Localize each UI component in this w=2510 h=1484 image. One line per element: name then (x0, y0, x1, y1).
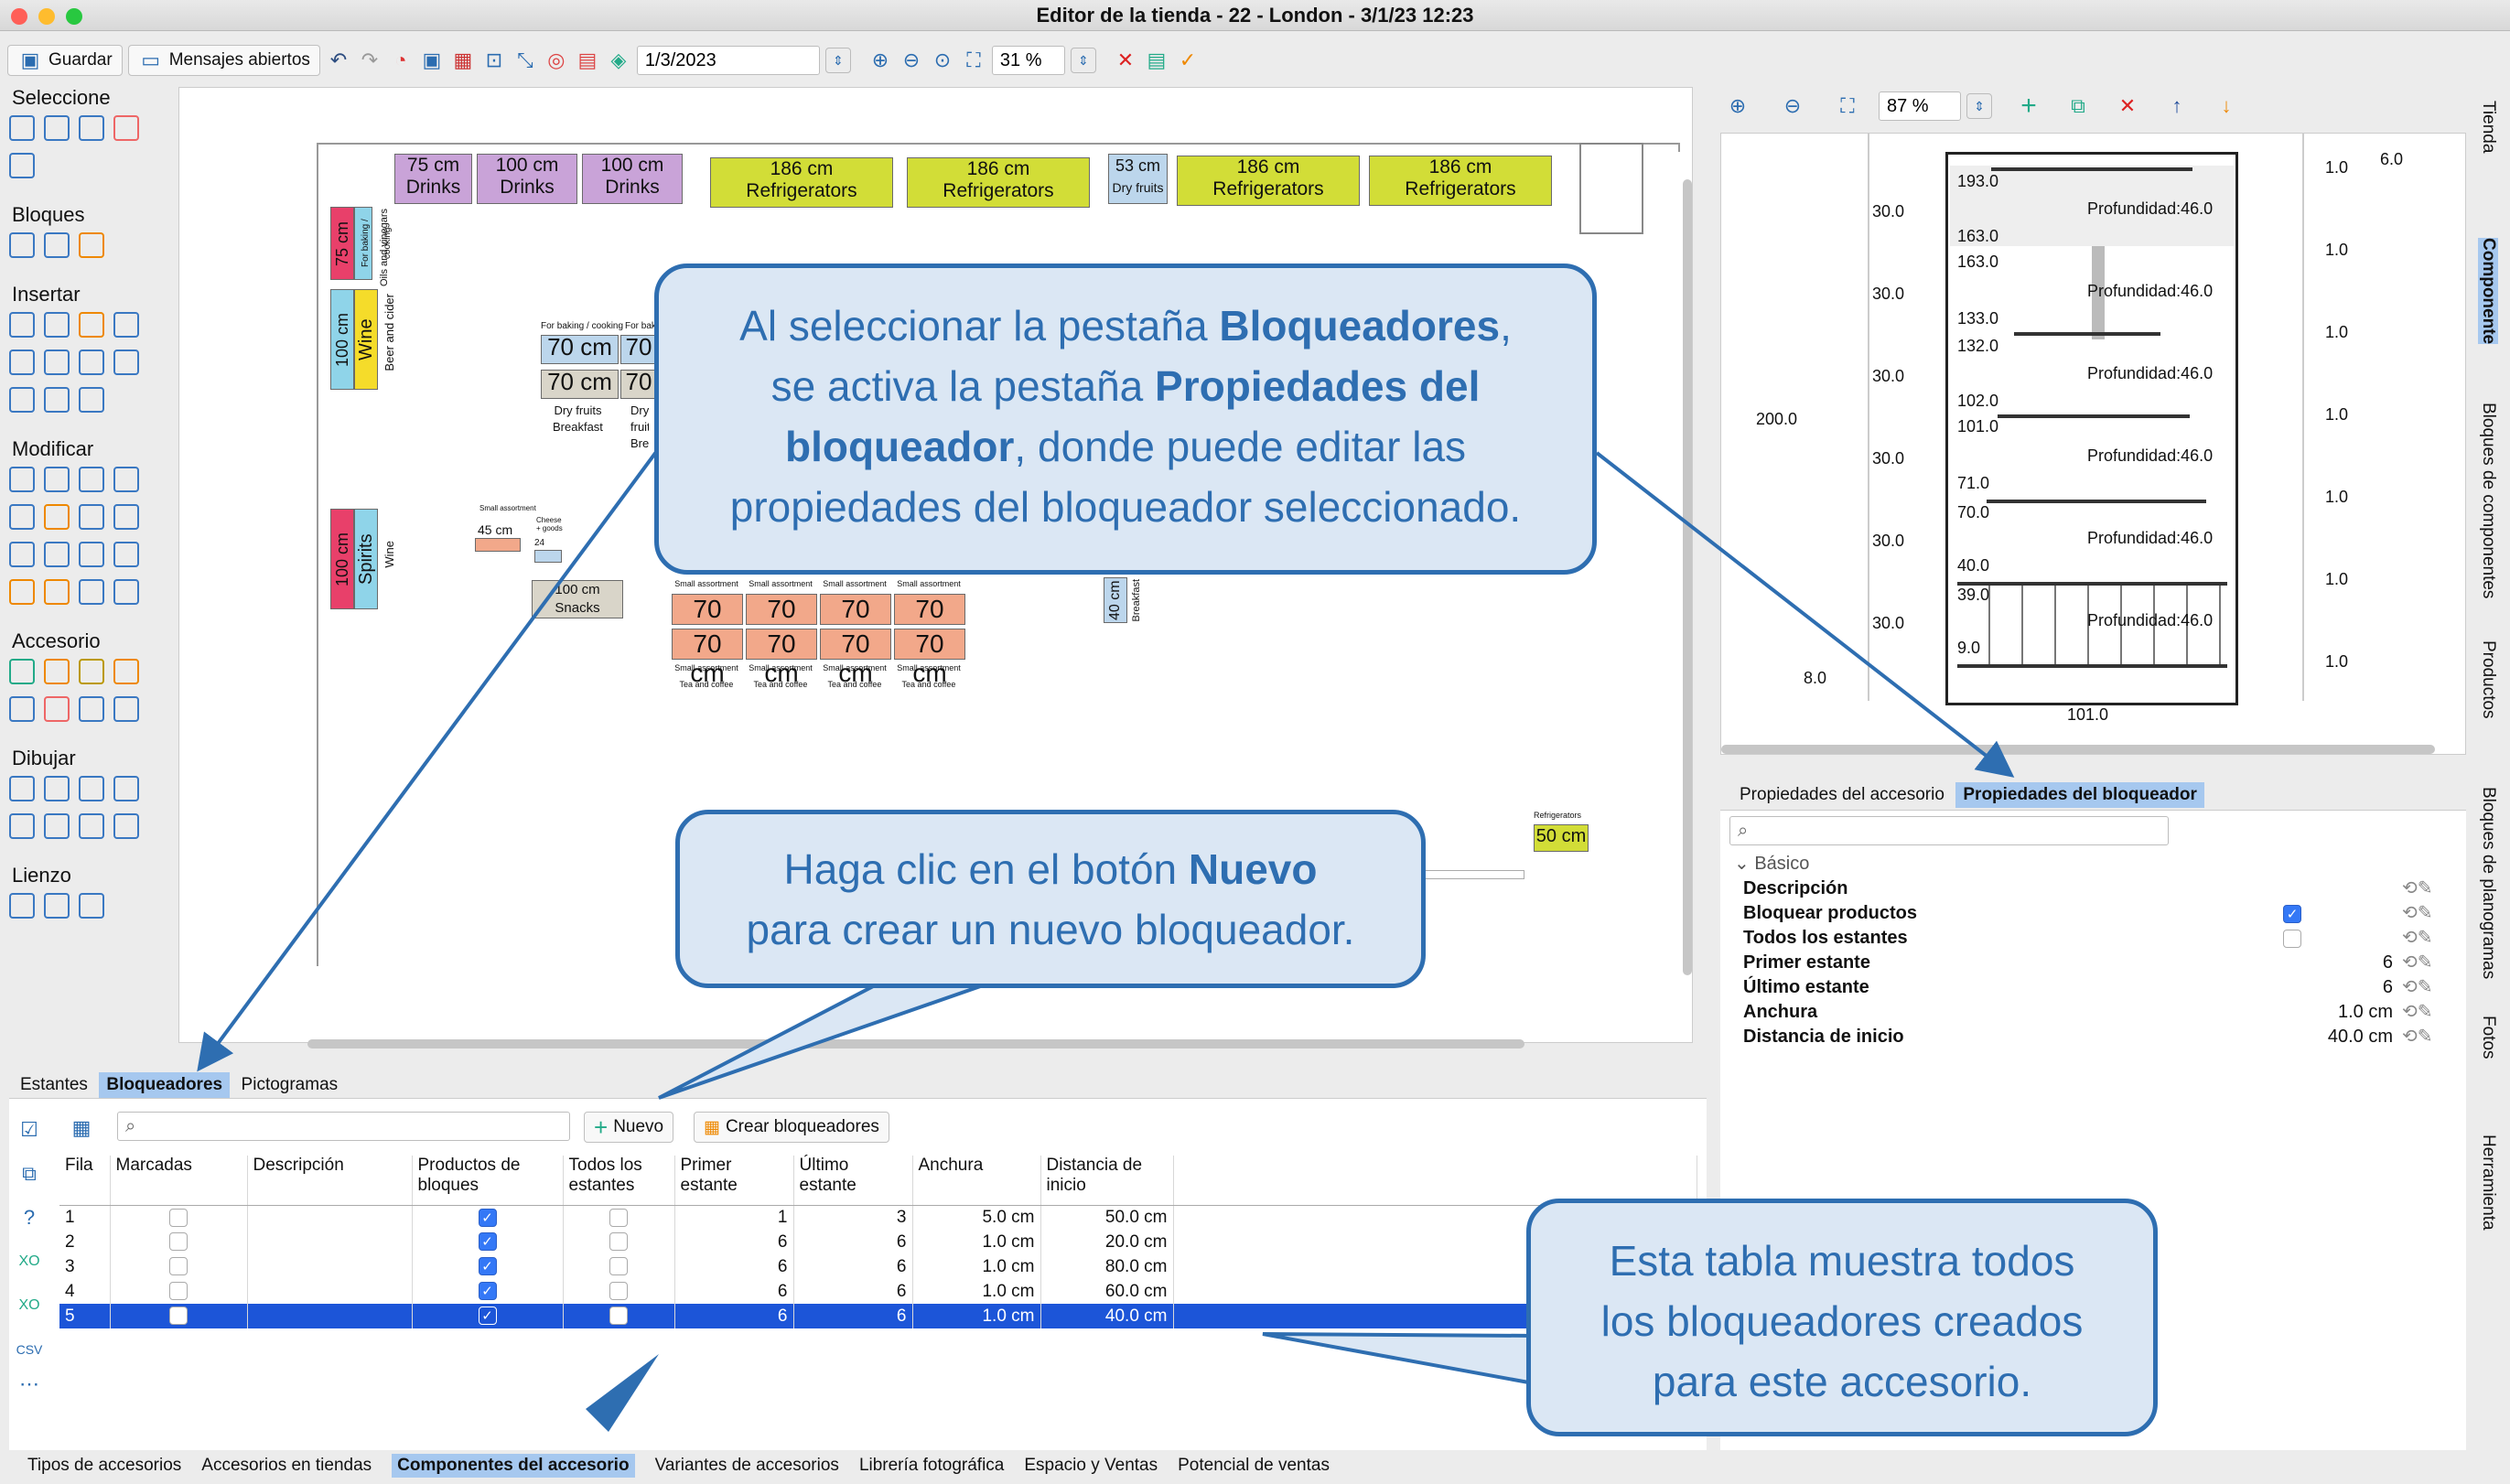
callout-bold: bloqueador (784, 423, 1015, 470)
arrow-to-properties-tab (1595, 451, 2015, 778)
callout-blockers-table: Esta tabla muestra todos los bloqueadore… (1526, 1199, 2158, 1436)
callout-text: , donde puede editar las (1014, 423, 1467, 470)
callout-text: para crear un nuevo bloqueador. (746, 906, 1355, 953)
callout-text: , (1500, 302, 1512, 349)
callout-text: para este accesorio. (1652, 1358, 2032, 1405)
arrow-to-blockers-tab (197, 446, 661, 1072)
callout-text: Al seleccionar la pestaña (739, 302, 1220, 349)
arrow-to-components-tab (586, 1354, 659, 1432)
callout-text: propiedades del bloqueador seleccionado. (729, 483, 1522, 531)
callout-bold: Propiedades del (1155, 362, 1481, 410)
callout-bold: Nuevo (1188, 845, 1318, 893)
callout-text: Haga clic en el botón (783, 845, 1189, 893)
arrow-spacer (604, 1432, 659, 1436)
callout-text: los bloqueadores creados (1600, 1297, 2084, 1345)
callout-new-button: Haga clic en el botón Nuevo para crear u… (675, 810, 1426, 988)
callout-text: se activa la pestaña (770, 362, 1156, 410)
callout-blockers-tab: Al seleccionar la pestaña Bloqueadores , … (654, 263, 1597, 575)
callout-bold: Bloqueadores (1219, 302, 1501, 349)
callout-text: Esta tabla muestra todos (1609, 1237, 2075, 1285)
callout2-tail (658, 982, 989, 1100)
